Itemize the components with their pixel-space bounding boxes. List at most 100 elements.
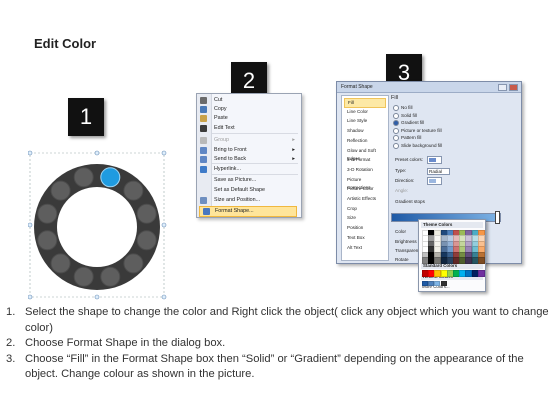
instruction-text: Choose Format Shape in the dialog box. <box>25 337 226 349</box>
ring-circle[interactable] <box>50 253 71 274</box>
ring-circle[interactable] <box>73 167 94 188</box>
context-menu: Cut Copy Paste Edit Text Group ▸ Bring to Fron… <box>196 93 302 218</box>
menu-item-label: Format Shape... <box>215 208 254 214</box>
ring-circle[interactable] <box>50 180 71 201</box>
submenu-arrow-icon: ▸ <box>292 137 295 143</box>
nav-size[interactable]: Size <box>344 214 386 222</box>
ring-circle[interactable] <box>37 203 58 224</box>
nav-line-style[interactable]: Line Style <box>344 117 386 125</box>
preset-colors-dropdown[interactable] <box>427 156 442 164</box>
handle-br <box>161 294 167 300</box>
menu-item-save-as-picture[interactable]: Save as Picture... <box>212 176 297 185</box>
menu-item-label: Send to Back <box>214 156 247 162</box>
instruction-text: Choose “Fill” in the Format Shape box th… <box>25 352 524 381</box>
fill-option-no-fill[interactable]: No fill <box>393 105 413 111</box>
menu-item-group[interactable]: Group ▸ <box>200 136 297 145</box>
type-select[interactable]: Radial <box>427 168 450 175</box>
instruction-number: 3. <box>6 352 16 365</box>
group-icon <box>200 137 207 144</box>
page-title: Edit Color <box>34 36 97 51</box>
fill-option-label: Pattern fill <box>401 135 422 141</box>
menu-item-edit-text[interactable]: Edit Text <box>200 124 297 133</box>
ring-circle[interactable] <box>136 230 157 251</box>
gradient-stop-handle[interactable] <box>495 211 500 224</box>
submenu-arrow-icon: ▸ <box>292 147 295 153</box>
close-button[interactable] <box>509 84 518 91</box>
nav-3-d-rotation[interactable]: 3-D Rotation <box>344 166 386 174</box>
radio-icon <box>393 135 399 141</box>
nav-crop[interactable]: Crop <box>344 205 386 213</box>
fill-option-pattern-fill[interactable]: Pattern fill <box>393 135 421 141</box>
menu-item-size-and-position[interactable]: Size and Position... <box>200 196 297 205</box>
nav-text-box[interactable]: Text Box <box>344 234 386 242</box>
ring-circle[interactable] <box>123 180 144 201</box>
recent-color-swatch[interactable] <box>422 280 428 286</box>
rotate-label[interactable]: Rotate <box>395 257 409 262</box>
menu-item-set-as-default-shape[interactable]: Set as Default Shape <box>212 186 297 195</box>
standard-color-swatch[interactable] <box>477 269 485 277</box>
size-icon <box>200 197 207 204</box>
ring-circle[interactable] <box>136 203 157 224</box>
fill-option-gradient-fill[interactable]: Gradient fill <box>393 120 424 126</box>
direction-label: Direction: <box>395 178 415 183</box>
fill-header: Fill <box>391 95 399 101</box>
gradient-stops-label: Gradient stops <box>395 199 425 204</box>
nav-picture-color[interactable]: Picture Color <box>344 185 386 193</box>
menu-item-label: Paste <box>214 115 228 121</box>
menu-item-label: Set as Default Shape <box>214 187 265 193</box>
nav-picture-corrections[interactable]: Picture Corrections <box>344 176 386 190</box>
bring-front-icon <box>200 147 207 154</box>
menu-item-cut[interactable]: Cut <box>200 96 297 105</box>
instruction-step: 2. Choose Format Shape in the dialog box. <box>6 336 554 352</box>
menu-item-paste[interactable]: Paste <box>200 114 297 123</box>
step-1-badge: 1 <box>68 98 104 136</box>
menu-item-format-shape[interactable]: Format Shape... <box>199 206 297 217</box>
nav-artistic-effects[interactable]: Artistic Effects <box>344 195 386 203</box>
fill-option-label: Slide background fill <box>401 142 443 148</box>
selected-circle[interactable] <box>100 167 121 188</box>
radio-icon <box>393 112 399 119</box>
recent-color-swatch[interactable] <box>440 280 447 286</box>
menu-item-bring-to-front[interactable]: Bring to Front ▸ <box>200 146 297 155</box>
direction-dropdown[interactable] <box>427 177 442 185</box>
inner-hole <box>57 187 137 267</box>
ring-circle[interactable] <box>123 253 144 274</box>
nav-3-d-format[interactable]: 3-D Format <box>344 156 386 164</box>
nav-glow-and-soft-edges[interactable]: Glow and Soft Edges <box>344 147 386 161</box>
nav-alt-text[interactable]: Alt Text <box>344 244 386 252</box>
ring-circle[interactable] <box>37 230 58 251</box>
fill-option-slide-background-fill[interactable]: Slide background fill <box>393 142 443 149</box>
nav-fill[interactable]: Fill <box>344 98 386 108</box>
nav-position[interactable]: Position <box>344 224 386 232</box>
help-button[interactable] <box>498 84 507 91</box>
fill-option-solid-fill[interactable]: Solid fill <box>393 112 417 119</box>
theme-color-swatch[interactable] <box>477 257 485 264</box>
menu-item-copy[interactable]: Copy <box>200 105 297 114</box>
instruction-step: 1. Select the shape to change the color a… <box>6 305 554 336</box>
fill-option-label: Solid fill <box>401 112 417 118</box>
instruction-number: 2. <box>6 337 16 349</box>
format-shape-icon <box>203 208 210 215</box>
ring-circle[interactable] <box>100 266 121 287</box>
ring-circle[interactable] <box>73 266 94 287</box>
menu-item-label: Cut <box>214 97 223 103</box>
handle-tl <box>27 150 33 156</box>
menu-item-hyperlink[interactable]: Hyperlink... <box>200 165 297 174</box>
paste-icon <box>200 115 207 122</box>
nav-shadow[interactable]: Shadow <box>344 127 386 135</box>
ring-shape[interactable] <box>27 144 168 300</box>
nav-line-color[interactable]: Line Color <box>344 108 386 116</box>
fill-option-picture-or-texture-fill[interactable]: Picture or texture fill <box>393 127 442 134</box>
radio-icon <box>393 142 399 149</box>
recent-color-swatch[interactable] <box>434 280 441 286</box>
handle-tm <box>94 150 100 156</box>
menu-item-label: Size and Position... <box>214 197 261 203</box>
recent-color-swatch[interactable] <box>428 280 435 286</box>
handle-ml <box>27 222 33 228</box>
menu-item-label: Group <box>214 137 229 143</box>
fill-option-label: Picture or texture fill <box>401 127 442 133</box>
nav-reflection[interactable]: Reflection <box>344 137 386 145</box>
instruction-step: 3. Choose “Fill” in the Format Shape box … <box>6 352 554 383</box>
menu-item-label: Hyperlink... <box>214 166 241 172</box>
instruction-number: 1. <box>6 306 16 318</box>
